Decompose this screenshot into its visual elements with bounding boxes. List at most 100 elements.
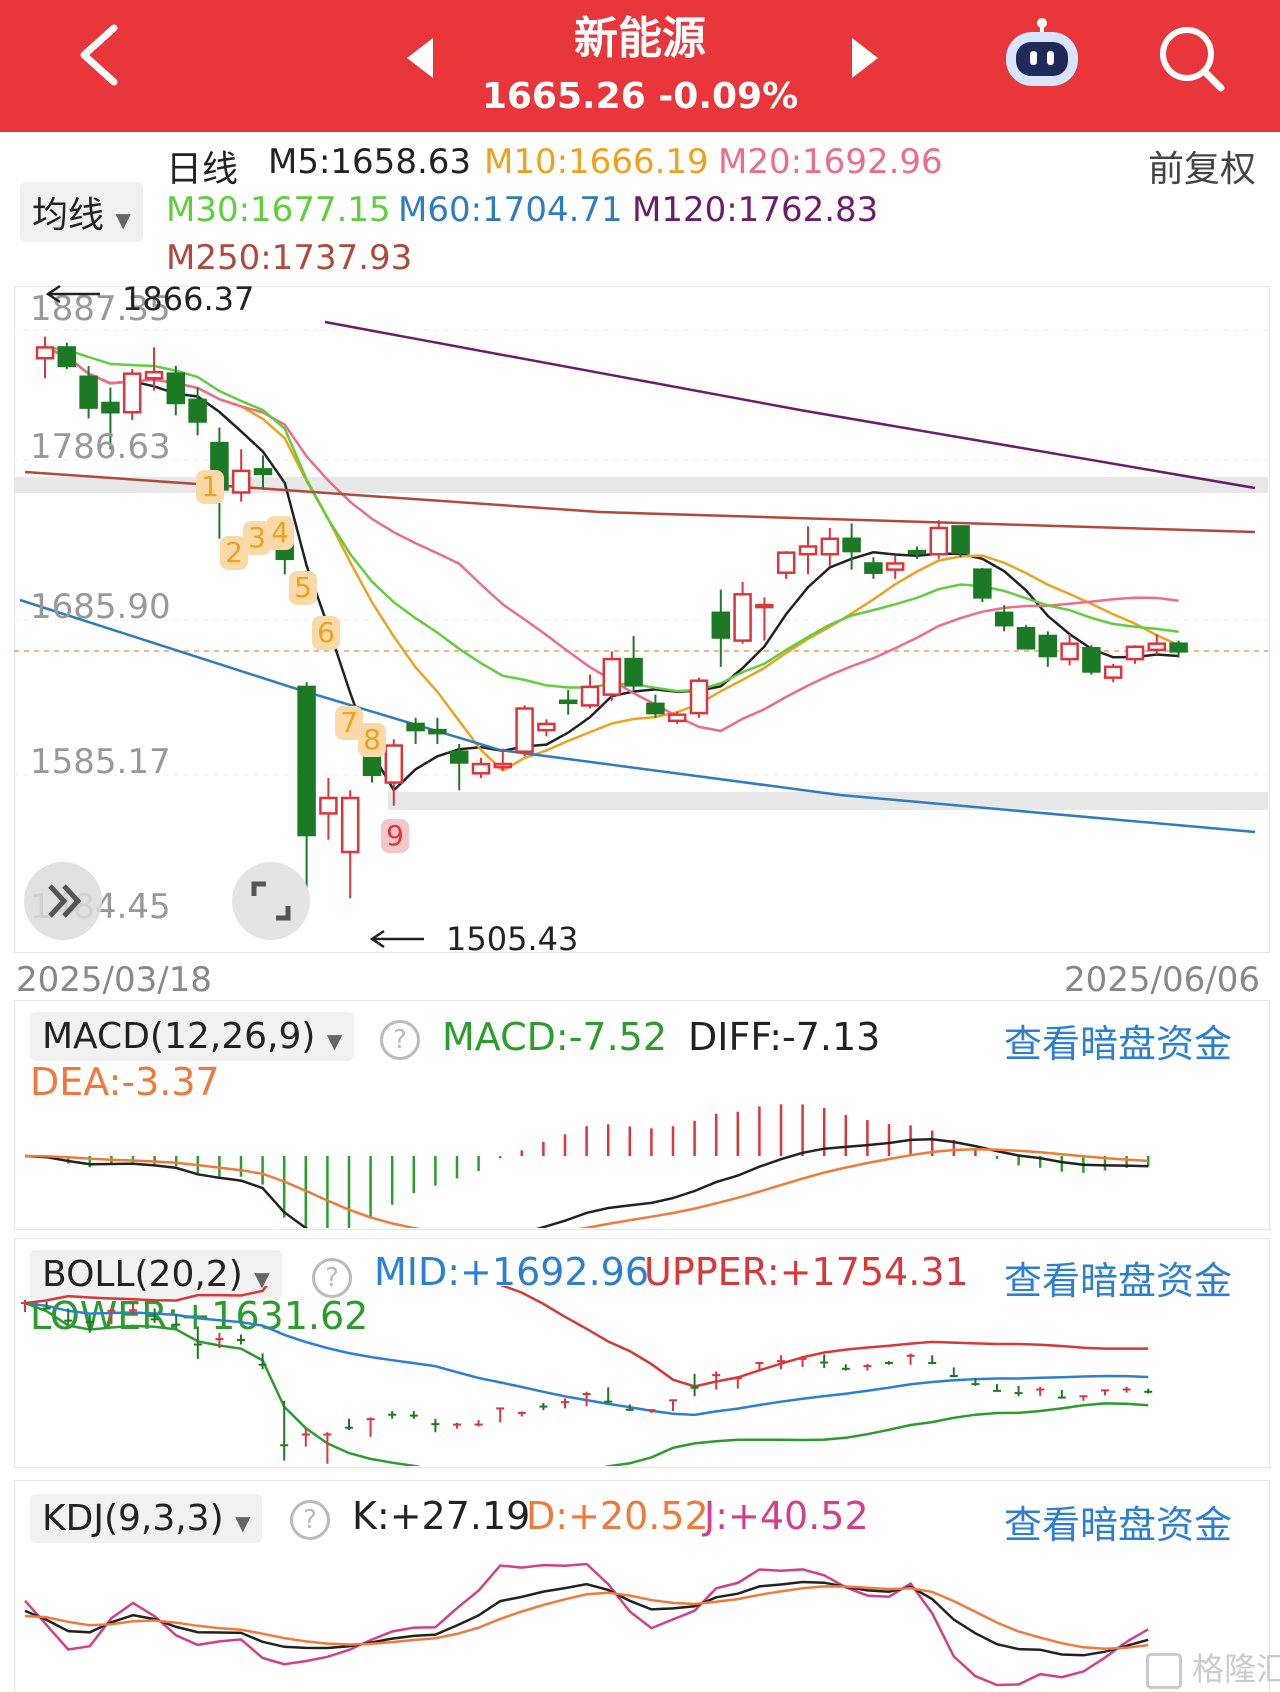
candle [776, 551, 796, 579]
index-price: 1665.26 [481, 76, 646, 117]
kdj-chart [24, 1562, 1149, 1687]
date-end: 2025/06/06 [1064, 960, 1260, 1000]
svg-text:5: 5 [294, 571, 312, 604]
candle [79, 365, 98, 419]
candle [667, 711, 687, 724]
candle [57, 342, 77, 370]
ma60-label: M60:1704.71 [398, 190, 623, 230]
adjust-mode-button[interactable]: 前复权 [1148, 140, 1256, 192]
expand-sidebar-button[interactable] [24, 862, 102, 940]
candle [1016, 625, 1036, 650]
candle [580, 674, 600, 709]
next-index-button[interactable] [850, 36, 880, 84]
axis-label-4: 1585.17 [30, 742, 171, 782]
candle [166, 365, 186, 416]
sequence-marker: 1 [196, 470, 224, 504]
kdj-help-icon[interactable]: ? [290, 1500, 330, 1540]
macd-help-icon[interactable]: ? [380, 1020, 420, 1060]
candle [755, 597, 774, 641]
candlesticks [35, 336, 1188, 899]
index-name: 新能源 [574, 13, 706, 64]
high-price-label: 1866.37 [122, 280, 254, 318]
candle [973, 568, 992, 603]
candle [297, 682, 316, 888]
candle [624, 635, 643, 690]
caret-down-icon: ▼ [326, 1029, 343, 1053]
indicator-dropdown[interactable]: 均线 ▼ [20, 182, 143, 242]
search-button[interactable] [1155, 22, 1227, 98]
triangle-right-icon [852, 38, 878, 78]
macd-value: MACD:-7.52 [442, 1015, 668, 1059]
candle [798, 526, 818, 575]
kdj-dropdown[interactable]: KDJ(9,3,3) ▼ [30, 1494, 263, 1543]
candle [319, 777, 338, 840]
candle [820, 527, 840, 567]
sequence-marker: 9 [381, 819, 409, 853]
macd-dark-pool-link[interactable]: 查看暗盘资金 [1004, 1013, 1232, 1068]
svg-text:7: 7 [340, 706, 358, 739]
kdj-d: D:+20.52 [526, 1494, 709, 1538]
candle [864, 557, 883, 579]
support-band [388, 792, 1268, 810]
macd-diff: DIFF:-7.13 [688, 1015, 881, 1059]
robot-assistant-button[interactable] [1000, 18, 1084, 94]
kdj-k: K:+27.19 [352, 1494, 531, 1538]
search-icon [1160, 27, 1225, 92]
macd-chart [24, 1104, 1150, 1228]
candle [537, 719, 556, 737]
candle [428, 717, 447, 744]
period-label: 日线 [166, 149, 239, 190]
svg-text:3: 3 [248, 521, 266, 554]
axis-label-2: 1786.63 [30, 427, 171, 467]
double-chevron-right-icon [48, 884, 82, 918]
date-start: 2025/03/18 [16, 960, 212, 1000]
sequence-marker: 5 [289, 571, 317, 605]
svg-text:2: 2 [225, 536, 243, 569]
candle [646, 694, 665, 718]
watermark-text: 格隆汇 [1192, 1650, 1280, 1688]
candle [907, 546, 927, 559]
axis-label-3: 1685.90 [30, 587, 171, 627]
sequence-marker: 4 [266, 516, 294, 550]
ma5-label: M5:1658.63 [268, 142, 472, 182]
candle [515, 705, 534, 757]
candle [929, 520, 949, 559]
fullscreen-icon [251, 881, 291, 921]
svg-text:6: 6 [317, 616, 335, 649]
boll-chart [21, 1286, 1153, 1466]
low-price-label: 1505.43 [446, 920, 578, 958]
fullscreen-button[interactable] [232, 862, 310, 940]
candle [602, 651, 622, 701]
sequence-marker: 8 [358, 723, 386, 757]
candle [1103, 663, 1123, 683]
macd-dropdown-label: MACD(12,26,9) [42, 1016, 316, 1057]
macd-dropdown[interactable]: MACD(12,26,9) ▼ [30, 1012, 355, 1061]
candle [1038, 631, 1058, 667]
ma20-label: M20:1692.96 [718, 142, 943, 182]
svg-text:1: 1 [201, 470, 219, 503]
svg-text:8: 8 [363, 723, 381, 756]
candle [951, 525, 970, 558]
header-bar: 新能源 1665.26 -0.09% [0, 0, 1280, 132]
watermark: 格隆汇 [1146, 1644, 1280, 1690]
candle [1125, 645, 1145, 664]
candle [340, 790, 360, 899]
candle [842, 523, 861, 570]
candle [1082, 645, 1101, 675]
candle [231, 449, 251, 502]
candle [558, 689, 578, 715]
candle [406, 717, 425, 744]
index-quote: 1665.26 -0.09% [0, 76, 1280, 117]
robot-icon [1006, 18, 1078, 86]
kdj-dropdown-label: KDJ(9,3,3) [42, 1498, 224, 1539]
kdj-j: J:+40.52 [704, 1494, 869, 1538]
candle [689, 677, 709, 718]
candle [122, 369, 142, 420]
svg-text:4: 4 [271, 516, 289, 549]
ma30-label: M30:1677.15 [166, 190, 391, 230]
ma10-label: M10:1666.19 [484, 142, 709, 182]
caret-down-icon: ▼ [115, 208, 131, 232]
caret-down-icon: ▼ [235, 1511, 251, 1535]
candle [35, 336, 55, 379]
candle [885, 555, 905, 579]
